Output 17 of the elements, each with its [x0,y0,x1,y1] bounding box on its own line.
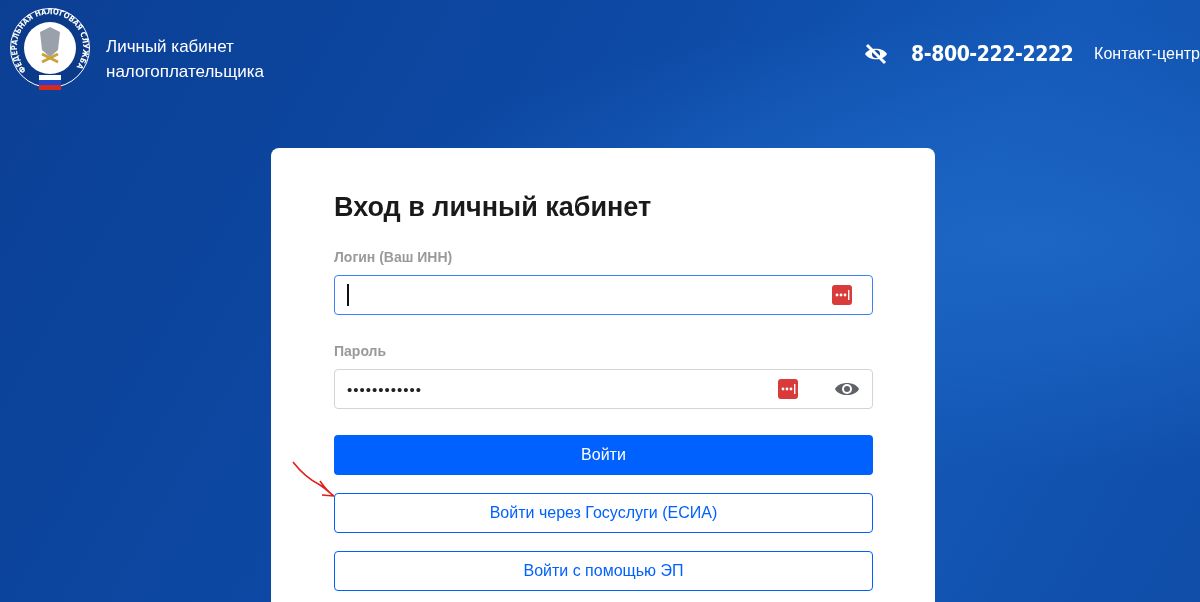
password-manager-icon[interactable] [778,379,798,399]
site-title: налогоплательщика [106,61,264,83]
password-manager-icon[interactable] [832,285,852,305]
contact-center-link[interactable]: Контакт-центр [1094,44,1200,63]
form-title: Вход в личный кабинет [334,192,653,223]
field-label: Пароль [334,343,388,359]
accessibility-icon[interactable] [863,42,890,65]
text-cursor [347,284,349,306]
alt-login-button[interactable]: Войти с помощью ЭП [334,551,873,591]
field-label: Логин (Ваш ИНН) [334,249,454,265]
login-field[interactable] [334,275,873,315]
site-title: Личный кабинет [106,36,235,58]
login-button[interactable]: Войти [334,435,873,475]
phone-number[interactable]: 8-800-222-2222 [911,41,1074,66]
show-password-icon[interactable] [834,380,860,398]
password-field[interactable]: •••••••••••• [334,369,873,409]
alt-login-button[interactable]: Войти через Госуслуги (ЕСИА) [334,493,873,533]
